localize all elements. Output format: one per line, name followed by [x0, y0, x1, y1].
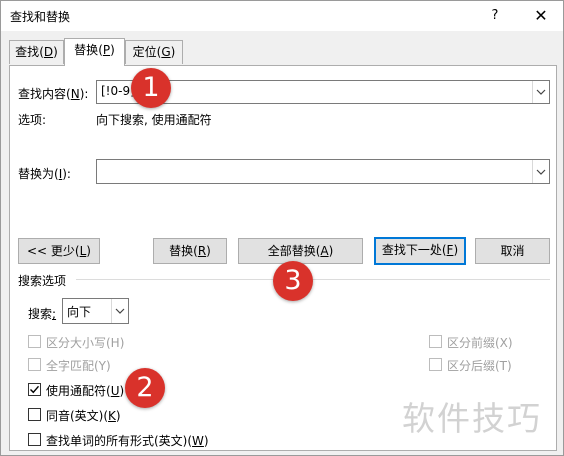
replace-with-text: 替换为: [18, 167, 55, 181]
search-direction-select[interactable]: 向下: [62, 298, 129, 324]
tab-replace-label: 替换: [74, 43, 99, 57]
match-case-label: 区分大小写(H): [46, 336, 125, 350]
all-word-forms-label: 查找单词的所有形式(英文)(W): [46, 432, 209, 449]
all-word-forms-suffix: ): [203, 434, 209, 448]
match-case-checkbox[interactable]: [28, 335, 41, 348]
use-wildcards-label: 使用通配符(U): [46, 382, 124, 399]
close-icon[interactable]: ✕: [528, 5, 554, 27]
match-prefix-label: 区分前缀(X): [447, 336, 513, 350]
tab-goto-key: G: [161, 45, 171, 59]
replace-button-key: R: [197, 244, 207, 258]
help-button[interactable]: ?: [483, 5, 507, 27]
find-what-text: 查找内容: [18, 87, 67, 101]
chevron-down-icon[interactable]: [532, 81, 549, 103]
less-button-suffix: ): [86, 244, 91, 258]
find-what-key: N: [70, 87, 80, 101]
sounds-like-checkbox[interactable]: [28, 408, 41, 421]
find-next-button-prefix: 查找下一处(: [381, 243, 447, 257]
cancel-button[interactable]: 取消: [475, 238, 550, 264]
replace-with-combobox[interactable]: [96, 159, 550, 184]
title-bar: 查找和替换 ? ✕: [1, 1, 563, 31]
less-button[interactable]: << 更少(L): [18, 238, 100, 264]
replace-with-key: I: [58, 167, 63, 181]
use-wildcards-suffix: ): [119, 384, 125, 398]
less-button-prefix: << 更少(: [27, 244, 80, 258]
tab-goto-label: 定位: [132, 45, 157, 59]
tab-replace-key: P: [102, 43, 111, 57]
options-label: 选项:: [18, 113, 47, 127]
sounds-like-suffix: ): [115, 409, 121, 423]
find-next-button[interactable]: 查找下一处(F): [374, 237, 466, 265]
whole-word-label: 全字匹配(Y): [46, 359, 111, 373]
find-what-label: 查找内容(N):: [18, 87, 89, 101]
match-prefix-checkbox[interactable]: [429, 335, 442, 348]
use-wildcards-checkbox[interactable]: [28, 383, 41, 396]
checkmark-icon: [30, 385, 40, 394]
replace-button[interactable]: 替换(R): [153, 238, 227, 264]
tab-goto[interactable]: 定位(G): [125, 40, 183, 64]
chevron-down-icon[interactable]: [111, 299, 128, 323]
find-what-value: [!0-9]: [101, 84, 135, 98]
match-suffix-checkbox[interactable]: [429, 358, 442, 371]
annotation-badge-1: 1: [131, 68, 171, 108]
sounds-like-prefix: 同音(英文)(: [46, 409, 109, 423]
sounds-like-label: 同音(英文)(K): [46, 407, 121, 424]
search-direction-text: 搜索: [28, 307, 53, 321]
replace-button-suffix: ): [206, 244, 211, 258]
replace-all-button[interactable]: 全部替换(A): [238, 238, 363, 264]
annotation-badge-3: 3: [273, 261, 313, 301]
replace-all-button-key: A: [320, 244, 329, 258]
watermark: 软件技巧: [402, 399, 542, 438]
sounds-like-key: K: [108, 409, 116, 423]
use-wildcards-prefix: 使用通配符(: [46, 384, 111, 398]
replace-all-button-suffix: ): [328, 244, 334, 258]
search-direction-value: 向下: [67, 305, 92, 319]
chevron-down-icon[interactable]: [532, 160, 549, 183]
all-word-forms-prefix: 查找单词的所有形式(英文)(: [46, 434, 193, 448]
all-word-forms-checkbox[interactable]: [28, 433, 41, 446]
search-direction-label: 搜索;: [28, 305, 56, 322]
window-title: 查找和替换: [10, 10, 71, 24]
tab-replace[interactable]: 替换(P): [64, 38, 125, 66]
tab-find[interactable]: 查找(D): [9, 40, 64, 64]
search-direction-key: ;: [52, 307, 57, 321]
annotation-badge-2: 2: [125, 368, 165, 408]
tab-find-key: D: [43, 45, 54, 59]
replace-all-button-prefix: 全部替换(: [267, 244, 321, 258]
search-options-header: 搜索选项: [18, 274, 67, 288]
options-divider: [76, 279, 550, 280]
replace-with-label: 替换为(I):: [18, 167, 71, 181]
match-suffix-label: 区分后缀(T): [447, 359, 512, 373]
tab-find-label: 查找: [15, 45, 40, 59]
replace-button-prefix: 替换(: [169, 244, 198, 258]
all-word-forms-key: W: [192, 434, 204, 448]
options-value: 向下搜索, 使用通配符: [96, 113, 212, 127]
find-replace-dialog: 查找和替换 ? ✕ 查找(D) 替换(P) 定位(G) 查找内容(N): [!0…: [0, 0, 564, 456]
whole-word-checkbox[interactable]: [28, 358, 41, 371]
find-next-button-suffix: ): [453, 243, 459, 257]
